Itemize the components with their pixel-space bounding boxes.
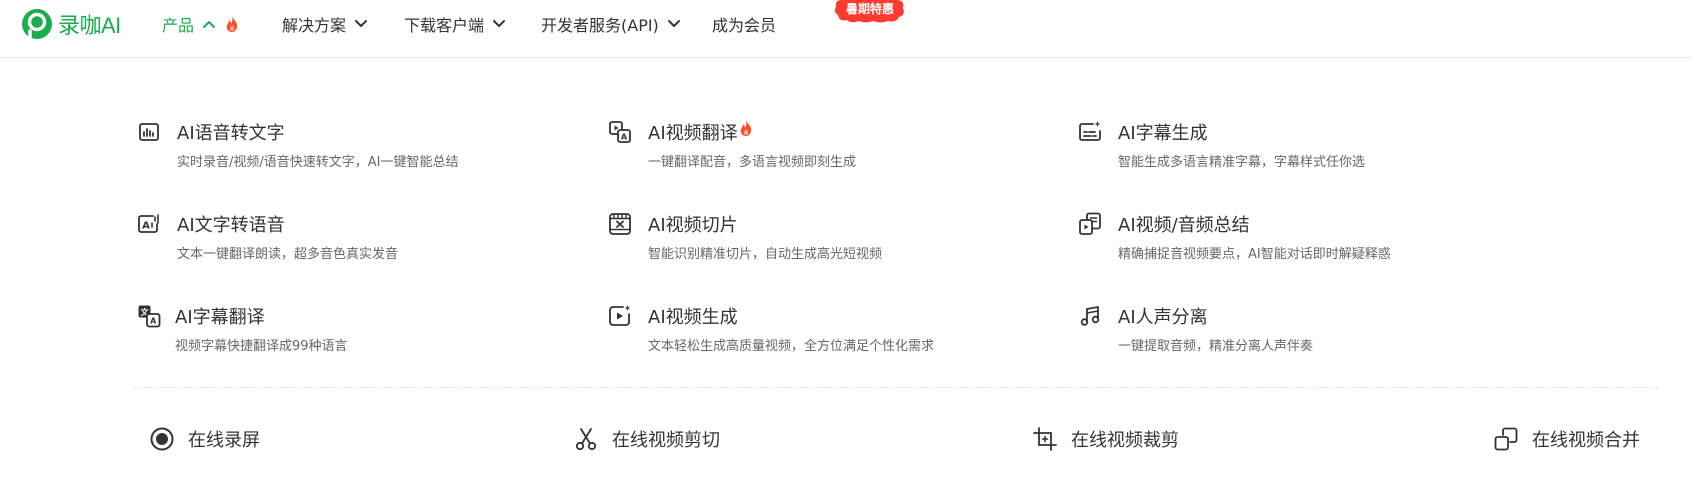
feature-desc: 一键翻译配音，多语言视频即刻生成 [648,155,857,170]
feature-title: AI人声分离 [1118,307,1208,328]
feature-title-row: AI视频翻译 [648,119,753,145]
video-translate-icon: A [609,121,631,143]
tool-label: 在线视频裁剪 [1071,430,1179,451]
promo-badge[interactable]: 暑期特惠 [833,0,907,24]
feature-title: AI字幕生成 [1118,123,1208,144]
nav-products-label: 产品 [162,16,195,35]
feature-desc: 文本轻松生成高质量视频，全方位满足个性化需求 [648,339,935,354]
promo-badge-text: 暑期特惠 [845,2,894,16]
nav-products[interactable]: 产品 [162,12,239,36]
feature-desc: 文本一键翻译朗读，超多音色真实发音 [177,247,399,262]
top-navbar: 录咖AI 产品 解决方案 下载客户端 开发者服务(API) 成为会员 暑期特惠 [0,0,1691,58]
logo[interactable]: 录咖AI [21,8,121,40]
video-cut-icon [609,213,631,235]
chevron-down-icon [493,20,506,27]
summary-doc-icon [1079,212,1101,235]
feature-title: AI语音转文字 [177,123,285,144]
record-icon [150,427,174,451]
nav-membership-label: 成为会员 [712,16,777,35]
feature-desc: 实时录音/视频/语音快速转文字，AI一键智能总结 [177,155,459,170]
feature-desc: 精确捕捉音视频要点，AI智能对话即时解疑释惑 [1118,247,1391,262]
tool-online-video-merge[interactable]: 在线视频合并 [1494,425,1640,453]
merge-icon [1494,427,1518,451]
logo-text: 录咖AI [58,13,121,38]
section-divider [134,387,1659,388]
subtitle-sparkle-icon [1079,121,1101,141]
svg-text:A: A [621,133,628,142]
logo-icon [22,9,52,39]
tool-online-screen-record[interactable]: 在线录屏 [150,425,260,453]
fire-icon [740,120,751,136]
tool-label: 在线视频合并 [1532,430,1640,451]
nav-download[interactable]: 下载客户端 [404,12,506,36]
feature-title: AI视频生成 [648,307,738,328]
svg-text:A: A [142,221,150,232]
nav-download-label: 下载客户端 [404,16,485,35]
text-to-speech-icon: A [138,214,159,233]
feature-desc: 智能生成多语言精准字幕，字幕样式任你选 [1118,155,1366,170]
feature-title: AI视频/音频总结 [1118,215,1250,236]
tool-online-video-cut[interactable]: 在线视频剪切 [574,425,720,453]
chevron-down-icon [355,20,368,27]
nav-membership[interactable]: 成为会员 [712,12,776,36]
subtitle-translate-icon: 文 A [138,305,161,328]
feature-title: AI视频切片 [648,215,738,236]
feature-title: AI文字转语音 [177,215,285,236]
nav-solutions-label: 解决方案 [282,16,347,35]
tool-label: 在线录屏 [188,430,260,451]
video-generate-icon [609,305,631,326]
fire-icon [226,16,238,32]
nav-developer-api-label: 开发者服务(API) [541,16,659,35]
chevron-down-icon [667,20,680,27]
feature-title: AI字幕翻译 [175,307,265,328]
music-note-icon [1080,306,1100,326]
scissors-icon [575,428,597,451]
crop-icon [1033,427,1057,451]
tool-label: 在线视频剪切 [612,430,720,451]
feature-desc: 一键提取音频，精准分离人声伴奏 [1118,339,1314,354]
nav-developer-api[interactable]: 开发者服务(API) [541,12,681,36]
svg-text:A: A [150,317,157,326]
tool-online-video-crop[interactable]: 在线视频裁剪 [1033,425,1179,453]
feature-desc: 视频字幕快捷翻译成99种语言 [175,339,348,354]
chevron-up-icon [203,21,216,28]
waveform-text-icon [139,123,159,141]
feature-desc: 智能识别精准切片，自动生成高光短视频 [648,247,883,262]
feature-title: AI视频翻译 [648,123,738,144]
nav-solutions[interactable]: 解决方案 [282,12,368,36]
